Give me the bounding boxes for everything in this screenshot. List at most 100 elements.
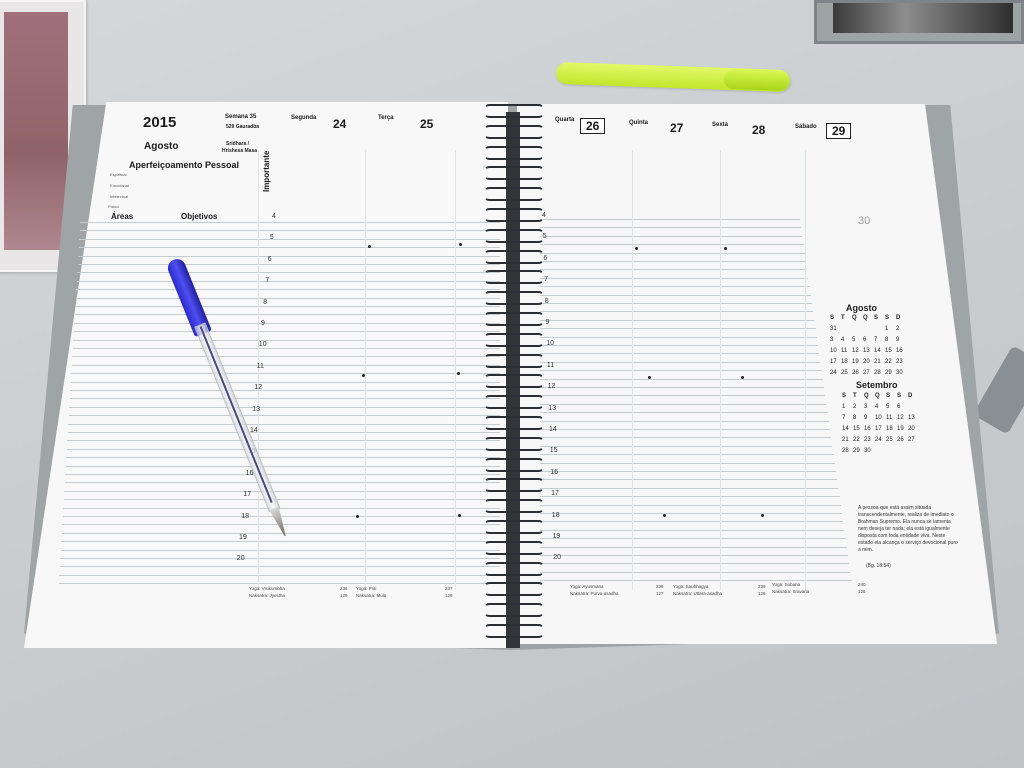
day-name-sabado: Sábado [795,124,817,130]
year-label: 2015 [143,114,177,131]
cal-day: 6 [863,337,867,343]
ruled-line [540,303,812,304]
cal-day: 22 [853,437,860,443]
cal-day: 16 [896,348,903,354]
spiral-ring [484,228,544,243]
ruled-line [66,448,500,450]
time-dot [724,247,727,250]
hour-label-right: 8 [544,297,549,305]
ruled-line [540,496,840,498]
spiral-ring [484,416,544,430]
ruled-line [540,479,838,481]
day-num-28: 28 [752,123,766,137]
hour-label-right: 16 [550,468,559,476]
highlighter-cap [723,68,791,92]
hour-label-left: 11 [256,362,264,370]
cal-day: 4 [841,337,845,343]
bottom-num: 238 [656,584,664,589]
ruled-line [71,373,500,375]
column-divider [258,150,259,590]
column-divider [720,150,721,590]
ruled-line [75,306,500,307]
column-divider [805,150,806,590]
ruled-line [60,549,500,551]
hour-label-left: 7 [265,277,270,285]
area-row: Espiritual [110,172,127,177]
cal-day: 9 [896,337,900,343]
spiral-ring [484,603,544,618]
cal-day: 7 [842,415,846,421]
ruled-line [64,482,500,484]
bottom-naksatra: Naksatra: Sravana [772,589,810,594]
cal-day: 12 [852,348,859,354]
ruled-line [63,507,500,509]
ruled-line [70,390,500,391]
ruled-line [540,319,815,321]
time-dot [356,515,359,518]
time-dot [458,514,461,517]
cal-day: 17 [875,426,882,432]
bottom-naksatra: Naksatra: Jyestha [249,593,286,598]
cal-weekday: Q [875,393,880,399]
cal-day: 5 [852,337,856,343]
spiral-ring [484,624,544,638]
bottom-naksatra: Naksatra: Mula [356,593,387,598]
time-dot [635,247,638,250]
hour-label-right: 18 [551,511,560,519]
cal-day: 10 [830,348,837,354]
ruled-line [75,297,500,299]
cal-day: 15 [885,348,892,354]
ruled-line [58,583,500,585]
ruled-line [73,339,500,341]
ruled-line [540,571,851,573]
cal-day: 5 [886,404,890,410]
week-label: Semana 35 [225,114,257,120]
day-num-25: 25 [420,117,434,131]
cal-day: 2 [853,404,857,410]
day-num-27: 27 [670,121,684,135]
bottom-num: 128 [445,593,453,598]
cal-day: 8 [885,337,889,343]
cal-day: 27 [908,437,915,443]
cal-day: 10 [875,415,882,421]
month-sublabel-2: Hrishesa Masa [222,148,258,154]
spiral-ring [484,104,544,118]
spiral-ring [484,249,544,264]
bottom-num: 127 [656,591,664,596]
ruled-line [540,345,818,346]
ruled-line [540,353,820,355]
ruled-line [540,261,806,262]
ruled-line [73,331,500,333]
cal-weekday: S [886,393,891,399]
spiral-ring [484,478,544,493]
objetivos-header: Objetivos [181,212,218,221]
cal-day: 14 [842,426,849,432]
spiral-ring [484,499,544,514]
cal-day: 20 [908,426,915,432]
ruled-line [64,490,500,492]
hour-label-right: 20 [553,554,561,562]
ruled-line [540,286,810,288]
cal-day: 22 [885,359,892,365]
ruled-line [79,230,500,232]
hour-label-right: 19 [552,533,561,540]
spiral-ring [484,520,544,534]
ruled-line [79,238,500,240]
time-dot [459,243,462,246]
cal-day: 7 [874,337,878,343]
ruled-line [540,546,847,548]
cal-day: 31 [830,326,837,332]
day-num-26: 26 [580,118,606,134]
cal-day: 1 [885,326,889,332]
ruled-line [72,348,500,349]
frame-photo [833,3,1013,33]
bottom-yoga: Yoga: Ayusmana [570,584,604,589]
area-row: Intelectual [110,194,129,199]
bottom-naksatra: Naksatra: Purva-asadha [570,591,619,596]
ruled-line [540,529,845,531]
cal-day: 3 [864,404,868,410]
ruled-line [540,403,827,405]
spiral-ring [484,270,544,285]
ruled-line [71,364,500,366]
ruled-line [69,406,500,408]
